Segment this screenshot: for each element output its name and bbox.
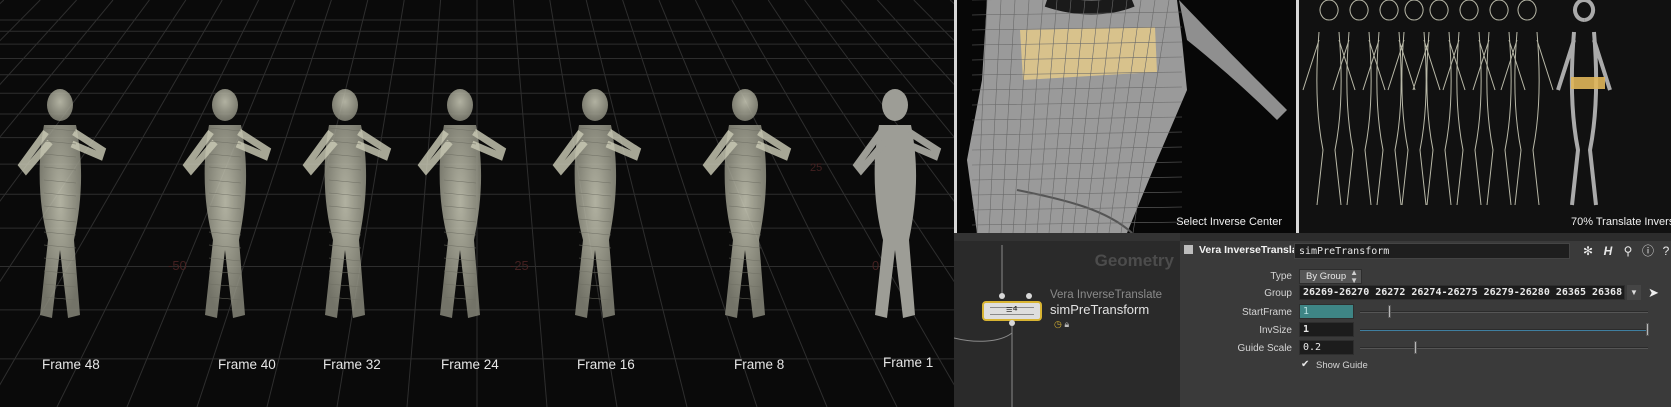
wireframe-figure xyxy=(417,89,507,318)
frame-label: Frame 24 xyxy=(441,357,499,372)
node-input-connector[interactable] xyxy=(999,293,1005,299)
node-name-field[interactable]: simPreTransform xyxy=(1294,243,1570,259)
param-node-type: Vera InverseTranslate xyxy=(1199,244,1307,256)
parameter-panel: Vera InverseTranslate simPreTransform ✻ … xyxy=(1180,233,1671,407)
frame-label: Frame 32 xyxy=(323,357,381,372)
show-guide-label: Show Guide xyxy=(1316,360,1368,371)
viewport-caption: Select Inverse Center xyxy=(1176,216,1282,228)
startframe-label: StartFrame xyxy=(1241,307,1292,318)
wireframe-figure xyxy=(17,89,107,318)
node-output-connector[interactable] xyxy=(1009,320,1015,326)
arrow-cursor-icon[interactable]: ➤ xyxy=(1648,285,1659,301)
equals-four-icon: ≡⁴ xyxy=(1006,304,1018,316)
node-type-icon xyxy=(1184,245,1193,254)
viewport-caption: 70% Translate Inverse xyxy=(1571,216,1671,228)
wireframe-figure xyxy=(702,89,792,318)
grid-floor xyxy=(0,0,954,407)
wireframe-figure xyxy=(1500,0,1554,206)
frame-label: Frame 40 xyxy=(218,357,276,372)
node-name-label[interactable]: simPreTransform xyxy=(1050,302,1149,317)
updown-arrows-icon: ▲ ▼ xyxy=(1350,268,1358,285)
overlay-figures xyxy=(1302,0,1612,206)
startframe-slider-handle[interactable] xyxy=(1388,305,1391,318)
invsize-label: InvSize xyxy=(1259,325,1292,336)
show-guide-checkbox[interactable]: ✔ xyxy=(1301,360,1311,370)
wireframe-figure xyxy=(182,89,272,318)
axis-number: 0 xyxy=(872,258,880,273)
invsize-slider-handle[interactable] xyxy=(1646,323,1649,336)
viewport-divider xyxy=(954,0,957,233)
frame-label: Frame 1 xyxy=(883,355,934,370)
node-flags: ◷ 🔒︎ xyxy=(1054,319,1069,330)
network-editor[interactable]: Geometry ≡⁴ Vera InverseTranslate simPre… xyxy=(954,233,1180,407)
axis-number: -25 xyxy=(510,258,529,273)
node-input-connector[interactable] xyxy=(1026,293,1032,299)
invsize-field[interactable]: 1 xyxy=(1299,322,1354,337)
node-tile[interactable]: ≡⁴ xyxy=(982,301,1042,321)
invsize-slider[interactable] xyxy=(1360,329,1648,331)
type-label: Type xyxy=(1270,271,1292,282)
wireframe-figure xyxy=(1387,0,1441,206)
clock-icon[interactable]: ◷ xyxy=(1054,319,1062,329)
frame-label: Frame 8 xyxy=(734,357,785,372)
group-menu-button[interactable]: ▼ xyxy=(1627,285,1641,300)
type-dropdown-value: By Group xyxy=(1306,271,1347,282)
search-icon[interactable]: ⚲ xyxy=(1620,243,1636,259)
axis-number: -50 xyxy=(168,258,187,273)
info-icon[interactable]: ⓘ xyxy=(1640,243,1656,259)
guidescale-field[interactable]: 0.2 xyxy=(1299,340,1354,355)
wireframe-figure xyxy=(852,89,942,318)
gear-icon[interactable]: ✻ xyxy=(1580,243,1596,259)
guidescale-slider-handle[interactable] xyxy=(1414,341,1417,354)
frame-label: Frame 48 xyxy=(42,357,100,372)
closeup-mesh xyxy=(967,0,1287,233)
scene-viewport-overlay[interactable]: 70% Translate Inverse xyxy=(1299,0,1671,233)
guidescale-label: Guide Scale xyxy=(1237,343,1292,354)
lock-icon[interactable]: 🔒︎ xyxy=(1064,319,1069,329)
startframe-slider[interactable] xyxy=(1360,311,1648,313)
startframe-field[interactable]: 1 xyxy=(1299,304,1354,319)
param-topstrip xyxy=(1180,233,1671,241)
frame-label: Frame 16 xyxy=(577,357,635,372)
help-h-icon[interactable]: H xyxy=(1600,243,1616,259)
guidescale-slider[interactable] xyxy=(1360,347,1648,349)
houdini-window: -50 -25 0 25 Frame 48 Frame 40 Frame 32 … xyxy=(0,0,1671,407)
param-header: Vera InverseTranslate simPreTransform ✻ … xyxy=(1180,243,1671,261)
scene-viewport-closeup[interactable]: Select Inverse Center xyxy=(957,0,1296,233)
scene-viewport-left[interactable]: -50 -25 0 25 Frame 48 Frame 40 Frame 32 … xyxy=(0,0,954,407)
group-label: Group xyxy=(1264,288,1292,299)
wireframe-figure xyxy=(302,89,392,318)
type-dropdown[interactable]: By Group ▲ ▼ xyxy=(1299,268,1362,285)
axis-number: 25 xyxy=(810,162,823,174)
wireframe-figure xyxy=(1556,0,1612,206)
node-type-label: Vera InverseTranslate xyxy=(1050,289,1163,301)
question-icon[interactable]: ? xyxy=(1658,243,1671,259)
group-field[interactable]: 26269-26270 26272 26274-26275 26279-2628… xyxy=(1299,285,1625,300)
